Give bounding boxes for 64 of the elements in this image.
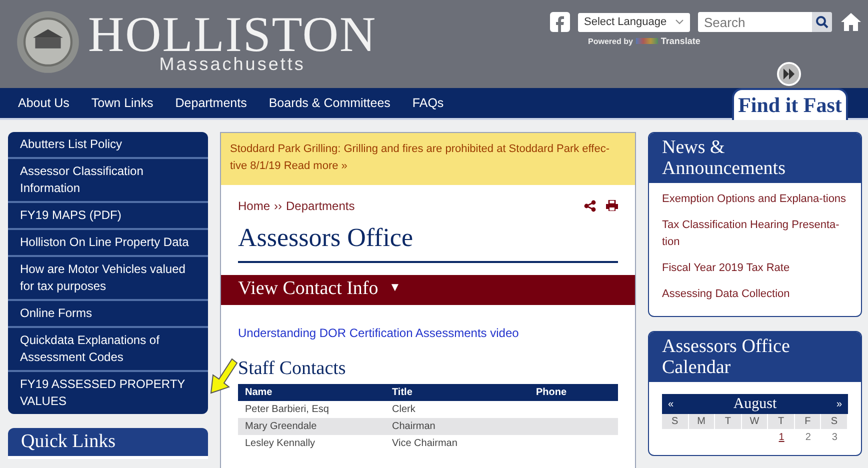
weekday-label: W [742,414,768,429]
callout-arrow [210,358,238,394]
news-link[interactable]: Exemption Options and Explana-tions [662,191,848,208]
sidebar-item[interactable]: Quickdata Explanations of Assessment Codes [8,328,208,372]
sidebar-item[interactable]: Holliston On Line Property Data [8,230,208,257]
sidebar-item[interactable]: Online Forms [8,301,208,328]
weekday-label: F [794,414,822,429]
alert-banner[interactable]: Stoddard Park Grilling: Grilling and fires are prohibited at Stoddard Park effec-tive 8/1/19 Read more » [221,133,635,185]
fast-forward-icon [777,62,801,86]
breadcrumb-link[interactable]: Departments [286,199,355,213]
calendar-day[interactable]: 2 [805,432,811,443]
search-field[interactable]: Search [698,12,812,32]
contact-info-bar[interactable]: View Contact Info $^{▼}$ [221,275,635,305]
previous-month-button[interactable]: « [668,398,674,410]
find-it-fast-button[interactable]: Find it Fast [732,88,848,120]
section-heading: Staff Contacts [238,358,347,380]
calendar-day[interactable]: 1 [778,432,784,443]
nav-link[interactable]: Departments [175,96,247,110]
page-title: Assessors Office [238,223,618,263]
news-link[interactable]: Assessing Data Collection [662,286,848,303]
print-icon[interactable] [606,200,618,211]
breadcrumb-link[interactable]: Home [238,199,270,213]
breadcrumb-separator: ›› [274,199,282,213]
column-header: Title [385,384,529,401]
news-link[interactable]: Fiscal Year 2019 Tax Rate [662,260,848,277]
sidebar-item[interactable]: Abutters List Policy [8,132,208,159]
town-seal-icon [16,10,80,74]
sidebar-item[interactable]: FY19 MAPS (PDF) [8,203,208,230]
table-cell: Peter Barbieri, Esq [245,404,329,415]
news-link[interactable]: Tax Classification Hearing Presenta-tion [662,217,848,251]
panel-heading: News & Announcements [649,133,861,183]
nav-link[interactable]: Boards & Committees [268,96,390,110]
language-select[interactable]: Select Language [578,12,690,32]
sidebar-item[interactable]: How are Motor Vehicles valued for tax purposes [8,257,208,301]
weekday-label: S [662,414,689,429]
nav-link[interactable]: Town Links [91,96,154,110]
calendar-day[interactable]: 3 [832,432,838,443]
facebook-icon[interactable] [550,12,570,32]
panel-heading: Assessors Office Calendar [649,332,861,382]
sidebar-item[interactable]: FY19 ASSESSED PROPERTY VALUES [8,372,208,414]
translate-link[interactable]: Translate [660,36,700,46]
sidebar-item[interactable]: Assessor Classification Information [8,159,208,203]
column-header: Phone [529,384,618,401]
weekday-label: T [768,414,795,429]
video-link[interactable]: Understanding DOR Certification Assessments video [238,326,618,340]
weekday-label: M [688,414,716,429]
table-cell: Chairman [392,421,436,432]
table-cell: Clerk [392,404,416,415]
nav-link[interactable]: FAQs [412,96,444,110]
home-icon[interactable] [840,12,862,32]
column-header: Name [238,384,385,401]
table-cell: Mary Greendale [245,421,317,432]
quick-links-heading: Quick Links [8,428,208,459]
table-cell: Vice Chairman [392,438,458,449]
search-icon[interactable] [812,12,832,32]
next-month-button[interactable]: » [836,398,842,410]
share-icon[interactable] [584,200,596,212]
table-cell: Lesley Kennally [245,438,316,449]
chevron-icon [675,19,684,25]
nav-link[interactable]: About Us [18,96,70,110]
month-title: August [733,396,777,412]
powered-by-text: Powered by [588,36,633,46]
weekday-label: T [715,414,742,429]
weekday-label: S [821,414,848,429]
